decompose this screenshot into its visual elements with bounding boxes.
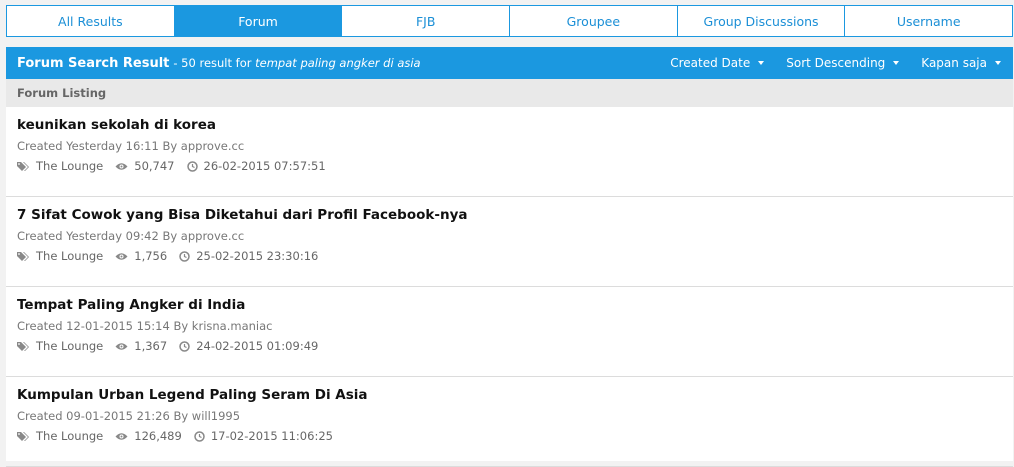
tags-icon — [17, 161, 29, 171]
search-query: tempat paling angker di asia — [255, 56, 421, 70]
tab-forum[interactable]: Forum — [174, 6, 343, 36]
results-count: - 50 result for tempat paling angker di … — [173, 56, 420, 70]
thread-views-count: 1,756 — [134, 249, 168, 263]
results-header: Forum Search Result - 50 result for temp… — [6, 47, 1013, 79]
clock-icon — [179, 250, 190, 262]
search-tabs: All Results Forum FJB Groupee Group Disc… — [6, 5, 1013, 37]
thread-title-link[interactable]: Kumpulan Urban Legend Paling Seram Di As… — [17, 387, 1013, 403]
time-range-label: Kapan saja — [921, 56, 987, 70]
thread-views: 1,367 — [115, 339, 167, 353]
caret-down-icon — [758, 61, 765, 65]
thread-last-post-time: 24-02-2015 01:09:49 — [196, 339, 319, 353]
thread-meta: Created 12-01-2015 15:14 By krisna.mania… — [17, 319, 273, 333]
tags-icon — [17, 431, 29, 441]
results-count-text: - 50 result for — [173, 56, 252, 70]
caret-down-icon — [893, 61, 900, 65]
tab-groupee[interactable]: Groupee — [510, 6, 678, 36]
thread-last-post-time: 26-02-2015 07:57:51 — [203, 159, 326, 173]
thread-stats: The Lounge 126,489 17-02-2015 11:06:25 — [17, 429, 1013, 443]
list-item: 7 Sifat Cowok yang Bisa Diketahui dari P… — [6, 197, 1013, 287]
forum-listing-label: Forum Listing — [6, 79, 1013, 107]
list-item: Tempat Paling Angker di India Created 12… — [6, 287, 1013, 377]
clock-icon — [186, 160, 198, 172]
thread-views: 126,489 — [115, 429, 182, 443]
list-item: keunikan sekolah di korea Created Yester… — [6, 107, 1013, 197]
thread-meta: Created Yesterday 09:42 By approve.cc — [17, 229, 245, 243]
thread-meta: Created 09-01-2015 21:26 By will1995 — [17, 409, 241, 423]
thread-last-post: 24-02-2015 01:09:49 — [179, 339, 318, 353]
thread-last-post: 17-02-2015 11:06:25 — [194, 429, 333, 443]
clock-icon — [194, 430, 205, 442]
thread-stats: The Lounge 1,367 24-02-2015 01:09:49 — [17, 339, 1013, 353]
thread-last-post: 25-02-2015 23:30:16 — [179, 249, 318, 263]
thread-views-count: 1,367 — [134, 339, 168, 353]
thread-title-link[interactable]: 7 Sifat Cowok yang Bisa Diketahui dari P… — [17, 207, 1013, 223]
sort-field-label: Created Date — [670, 56, 751, 70]
thread-stats: The Lounge 1,756 25-02-2015 23:30:16 — [17, 249, 1013, 263]
list-item: Kumpulan Urban Legend Paling Seram Di As… — [6, 377, 1013, 467]
thread-last-post: 26-02-2015 07:57:51 — [186, 159, 326, 173]
thread-views: 50,747 — [115, 159, 175, 173]
thread-views: 1,756 — [115, 249, 167, 263]
results-title: Forum Search Result — [17, 55, 170, 71]
eye-icon — [115, 432, 128, 440]
thread-last-post-time: 25-02-2015 23:30:16 — [196, 249, 319, 263]
caret-down-icon — [995, 61, 1001, 65]
tags-icon — [17, 251, 29, 261]
sort-order-label: Sort Descending — [786, 56, 886, 70]
thread-last-post-time: 17-02-2015 11:06:25 — [210, 429, 333, 443]
thread-title-link[interactable]: Tempat Paling Angker di India — [17, 297, 1013, 313]
thread-tag-label: The Lounge — [36, 429, 104, 443]
tab-fjb[interactable]: FJB — [342, 6, 511, 36]
thread-tag-label: The Lounge — [36, 339, 104, 353]
results-list: keunikan sekolah di korea Created Yester… — [6, 107, 1013, 467]
tags-icon — [17, 341, 29, 351]
eye-icon — [115, 252, 128, 260]
clock-icon — [179, 340, 190, 352]
thread-views-count: 50,747 — [134, 159, 175, 173]
eye-icon — [115, 162, 128, 170]
thread-title-link[interactable]: keunikan sekolah di korea — [17, 117, 1013, 133]
sort-field-dropdown[interactable]: Created Date — [670, 56, 765, 70]
thread-tag-link[interactable]: The Lounge — [17, 339, 103, 353]
thread-meta: Created Yesterday 16:11 By approve.cc — [17, 139, 245, 153]
thread-tag-link[interactable]: The Lounge — [17, 249, 103, 263]
thread-views-count: 126,489 — [134, 429, 182, 443]
tab-all-results[interactable]: All Results — [7, 6, 175, 36]
eye-icon — [115, 342, 128, 350]
sort-controls: Created Date Sort Descending Kapan saja — [648, 47, 1001, 79]
thread-stats: The Lounge 50,747 26-02-2015 07:57:51 — [17, 159, 1013, 173]
thread-tag-label: The Lounge — [36, 249, 104, 263]
tab-username[interactable]: Username — [845, 6, 1012, 36]
thread-tag-label: The Lounge — [36, 159, 104, 173]
sort-order-dropdown[interactable]: Sort Descending — [786, 56, 900, 70]
thread-tag-link[interactable]: The Lounge — [17, 429, 103, 443]
tab-group-discussions[interactable]: Group Discussions — [678, 6, 846, 36]
time-range-dropdown[interactable]: Kapan saja — [921, 56, 1001, 70]
thread-tag-link[interactable]: The Lounge — [17, 159, 103, 173]
